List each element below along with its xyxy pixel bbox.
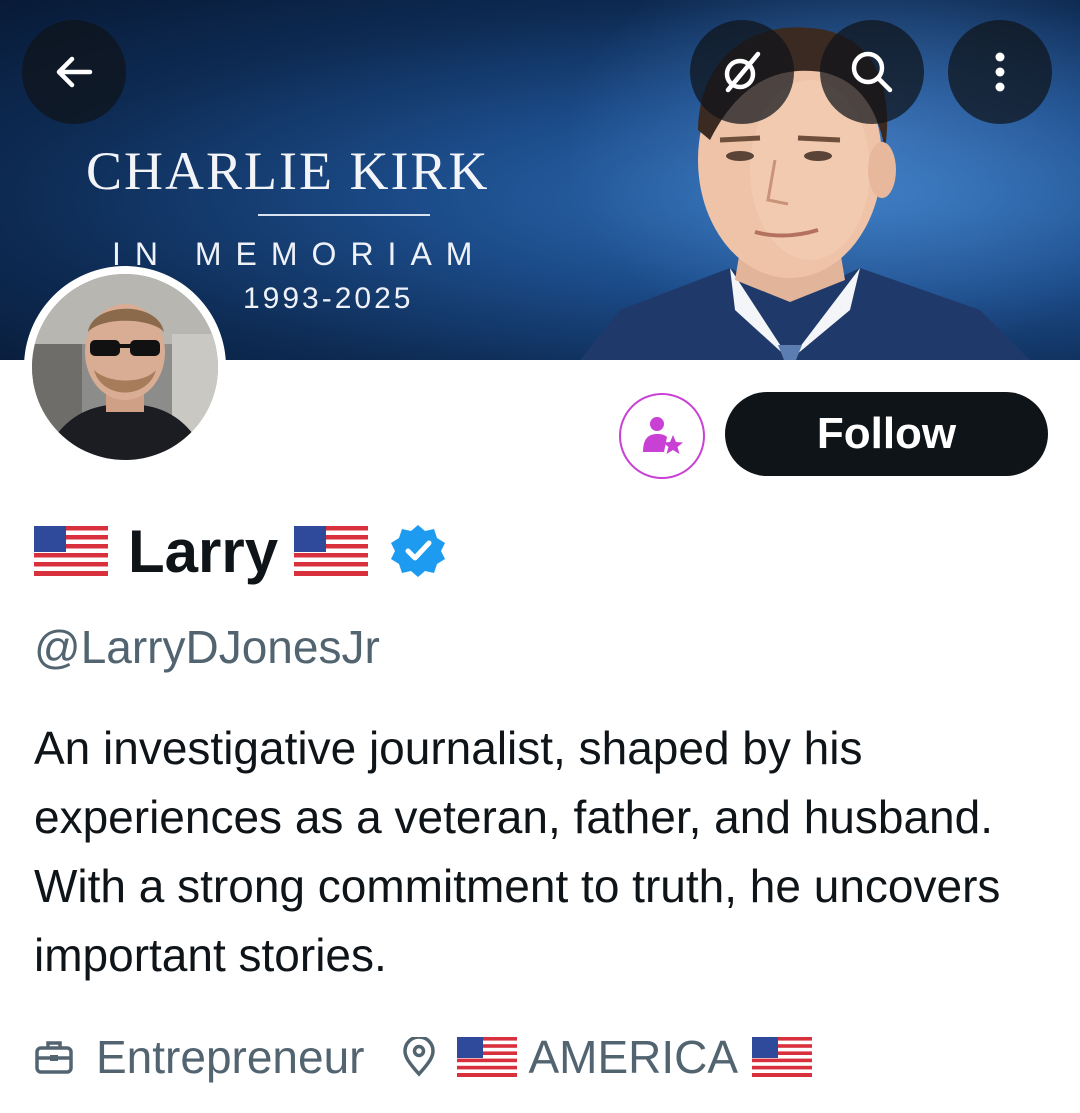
follow-button[interactable]: Follow: [725, 392, 1048, 476]
back-button[interactable]: [22, 20, 126, 124]
grok-icon: [724, 51, 761, 93]
profile-bio: An investigative journalist, shaped by h…: [34, 722, 1001, 981]
more-button[interactable]: [948, 20, 1052, 124]
grok-button[interactable]: [690, 20, 794, 124]
search-icon: [851, 51, 893, 93]
us-flag-emoji: [456, 1035, 517, 1079]
avatar-photo: [32, 274, 218, 460]
briefcase-icon: [34, 1037, 74, 1077]
banner-divider: [258, 214, 430, 216]
subscribe-person-star-icon: [643, 417, 683, 454]
location-text: AMERICA: [528, 1031, 739, 1083]
profession-text: Entrepreneur: [96, 1031, 365, 1083]
search-button[interactable]: [820, 20, 924, 124]
profile-avatar[interactable]: [24, 266, 226, 468]
banner-title: CHARLIE KIRK: [86, 141, 490, 201]
location-pin-icon: [399, 1037, 439, 1077]
banner-subtitle: IN MEMORIAM: [112, 236, 487, 272]
verified-badge-icon[interactable]: [390, 523, 446, 579]
profile-meta-row: Entrepreneur AMERICA: [34, 1026, 813, 1088]
back-arrow-icon: [56, 56, 93, 88]
us-flag-emoji: [752, 1035, 813, 1079]
profile-handle: @LarryDJonesJr: [34, 621, 380, 673]
us-flag-emoji: [34, 524, 108, 578]
subscribe-button[interactable]: [619, 393, 705, 479]
more-vertical-icon: [995, 52, 1005, 92]
display-name: Larry: [128, 517, 279, 585]
banner-years: 1993-2025: [243, 282, 414, 315]
name-row: Larry: [34, 516, 446, 586]
us-flag-emoji: [294, 524, 369, 578]
